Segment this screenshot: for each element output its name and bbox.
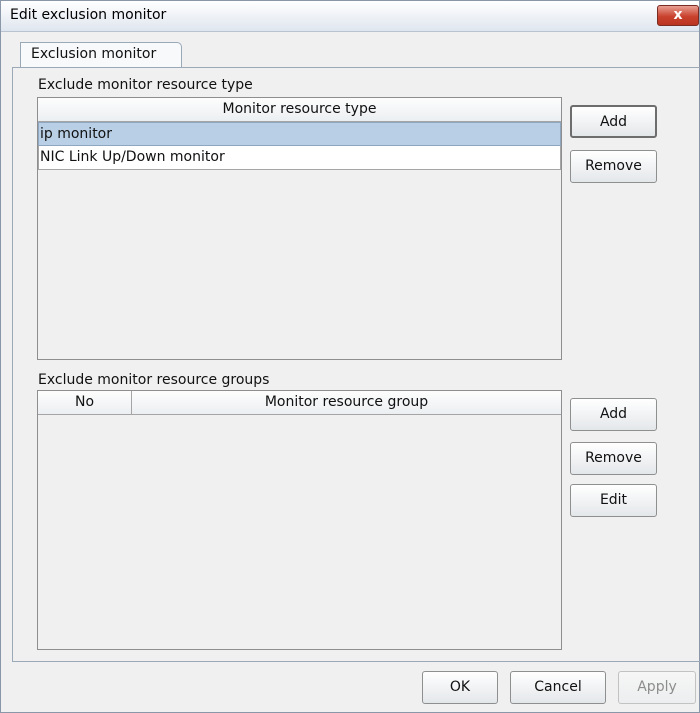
list-item[interactable]: ip monitor <box>38 122 561 146</box>
column-header-monitor-resource-group[interactable]: Monitor resource group <box>132 391 561 415</box>
list-item[interactable]: NIC Link Up/Down monitor <box>38 146 561 170</box>
exclude-resource-groups-label: Exclude monitor resource groups <box>38 372 270 388</box>
tab-label: Exclusion monitor <box>31 46 157 62</box>
cancel-button-label: Cancel <box>534 679 582 695</box>
remove-group-button-label: Remove <box>585 450 642 466</box>
add-button-label: Add <box>599 114 628 130</box>
add-resource-type-button[interactable]: Add <box>570 105 657 138</box>
cancel-button[interactable]: Cancel <box>510 671 606 704</box>
monitor-resource-type-list[interactable]: Monitor resource type ip monitor NIC Lin… <box>37 97 562 360</box>
window-title: Edit exclusion monitor <box>10 7 167 23</box>
apply-button[interactable]: Apply <box>618 671 696 704</box>
monitor-resource-group-table[interactable]: No Monitor resource group <box>37 390 562 650</box>
add-group-button[interactable]: Add <box>570 398 657 431</box>
column-header-no[interactable]: No <box>38 391 132 415</box>
edit-exclusion-monitor-dialog: Edit exclusion monitor x Exclusion monit… <box>0 0 700 713</box>
close-icon: x <box>673 7 683 23</box>
footer-divider <box>12 661 700 662</box>
remove-group-button[interactable]: Remove <box>570 442 657 475</box>
ok-button[interactable]: OK <box>422 671 498 704</box>
edit-group-button-label: Edit <box>599 492 628 508</box>
close-button[interactable]: x <box>657 5 699 26</box>
remove-button-label: Remove <box>585 158 642 174</box>
remove-resource-type-button[interactable]: Remove <box>570 150 657 183</box>
exclude-resource-type-label: Exclude monitor resource type <box>38 77 253 93</box>
column-header-monitor-resource-type[interactable]: Monitor resource type <box>38 98 561 122</box>
title-bar[interactable]: Edit exclusion monitor x <box>1 1 699 32</box>
ok-button-label: OK <box>449 679 471 695</box>
edit-group-button[interactable]: Edit <box>570 484 657 517</box>
tab-exclusion-monitor[interactable]: Exclusion monitor <box>20 42 182 68</box>
add-group-button-label: Add <box>599 406 628 422</box>
apply-button-label: Apply <box>637 679 677 695</box>
